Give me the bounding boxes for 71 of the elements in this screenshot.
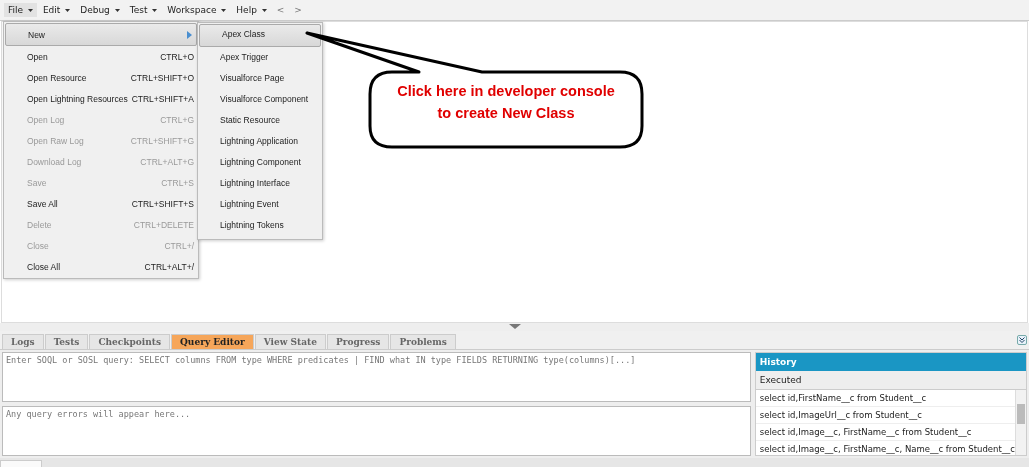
caret-icon [114,9,120,12]
menu-bar-item[interactable]: Debug [76,3,124,17]
panel-tab[interactable]: Progress [326,334,390,349]
menu-item[interactable]: Lightning Application [198,131,322,152]
menu-item[interactable]: Lightning Interface [198,173,322,194]
menu-item-label: Open Resource [27,72,88,83]
history-header: History [755,353,1026,371]
history-row[interactable]: select id,Image__c, FirstName__c from Student__c [755,424,1015,441]
menu-item-label: Open [27,51,49,62]
shortcut-label: CTRL+/ [164,240,194,251]
menu-item[interactable]: Save All CTRL+SHIFT+S [4,193,198,214]
panel-tab[interactable]: Query Editor [171,334,254,349]
menu-bar-item[interactable]: Test [125,3,162,17]
caret-icon [221,9,227,12]
shortcut-label: CTRL+G [160,114,194,125]
menu-item[interactable]: New [5,23,197,46]
menu-bar-item[interactable]: File [4,3,37,17]
submenu-arrow-icon [187,30,192,39]
menu-bar-item[interactable]: Edit [38,3,75,17]
panel-tab[interactable]: View State [254,334,326,349]
panel-tab[interactable]: Problems [390,334,456,349]
collapse-icon[interactable] [1017,335,1027,345]
shortcut-label: CTRL+SHIFT+S [131,198,194,209]
shortcut-label: CTRL+SHIFT+A [131,93,194,104]
menu-item[interactable]: Lightning Event [198,194,322,215]
menu-bar-item[interactable]: Help [232,3,271,17]
menu-item[interactable]: Lightning Component [198,152,322,173]
query-input-field[interactable]: Enter SOQL or SOSL query: SELECT columns FROM type WHERE predicates | FIND what IN type FIELDS RETURNING type(columns)[...] [2,352,751,402]
menu-item[interactable]: Open CTRL+O [4,46,198,67]
menu-item-label: New [28,29,46,40]
scrollbar[interactable] [1015,390,1026,455]
shortcut-label: CTRL+S [161,177,194,188]
history-row[interactable]: select id,ImageUrl__c from Student__c [755,407,1015,424]
menu-item[interactable]: Static Resource [198,110,322,131]
query-errors-field[interactable]: Any query errors will appear here... [2,406,751,456]
caret-icon [261,9,267,12]
menu-item-label: Close All [27,261,62,272]
menu-item-label: Close [27,240,50,251]
menu-item-label: Save All [27,198,59,209]
panel-tab[interactable]: Tests [44,334,89,349]
shortcut-label: CTRL+O [160,51,194,62]
history-row[interactable]: select id,FirstName__c from Student__c [755,390,1015,407]
menu-bar-item[interactable]: Workspace [163,3,231,17]
menu-item[interactable]: Apex Class [199,24,321,47]
menu-item[interactable]: Visualforce Page [198,68,322,89]
menu-item[interactable]: Visualforce Component [198,89,322,110]
shortcut-label: CTRL+DELETE [133,219,194,230]
caret-icon [152,9,158,12]
caret-icon [27,9,33,12]
menu-item-label: Open Log [27,114,66,125]
menu-item[interactable]: Open Resource CTRL+SHIFT+O [4,67,198,88]
panel-tab[interactable]: Checkpoints [89,334,171,349]
shortcut-label: CTRL+SHIFT+G [130,135,194,146]
menu-item-label: Open Lightning Resources [27,93,129,104]
menu-item-label: Delete [27,219,53,230]
callout-text: Click here in developer console to create New Class [396,82,616,123]
menu-item[interactable]: Lightning Tokens [198,215,322,236]
menu-item[interactable]: Close All CTRL+ALT+/ [4,256,198,277]
menu-item[interactable]: Apex Trigger [198,47,322,68]
nav-button[interactable]: > [290,3,306,17]
shortcut-label: CTRL+ALT+G [140,156,194,167]
menu-item[interactable]: Open Lightning Resources CTRL+SHIFT+A [4,88,198,109]
menu-item-label: Download Log [27,156,83,167]
shortcut-label: CTRL+SHIFT+O [130,72,194,83]
panel-tab[interactable]: Logs [2,334,44,349]
menu-item-label: Save [27,177,48,188]
shortcut-label: CTRL+ALT+/ [144,261,194,272]
menu-item-label: Open Raw Log [27,135,85,146]
caret-icon [65,9,71,12]
column-header: Executed [755,371,1026,390]
nav-button[interactable]: < [272,3,289,17]
